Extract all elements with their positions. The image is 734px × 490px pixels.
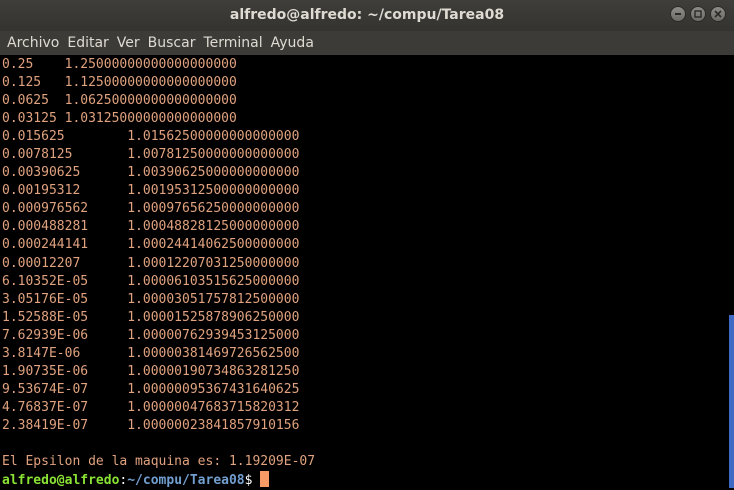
output-line: 1.52588E-05 1.00001525878906250000 xyxy=(2,309,300,325)
text-cursor xyxy=(260,471,270,488)
output-line: 1.90735E-06 1.00000190734863281250 xyxy=(2,363,300,379)
menu-ver[interactable]: Ver xyxy=(113,31,144,55)
output-line: 0.000976562 1.00097656250000000000 xyxy=(2,201,300,217)
output-line: 2.38419E-07 1.00000023841857910156 xyxy=(2,417,300,433)
menubar: Archivo Editar Ver Buscar Terminal Ayuda xyxy=(0,31,734,55)
output-line: 3.05176E-05 1.00003051757812500000 xyxy=(2,291,300,307)
output-line: 0.00012207 1.00012207031250000000 xyxy=(2,255,300,271)
menu-terminal[interactable]: Terminal xyxy=(199,31,266,55)
output-line: 0.00195312 1.00195312500000000000 xyxy=(2,183,300,199)
window-title: alfredo@alfredo: ~/compu/Tarea08 xyxy=(229,7,505,23)
output-line: 7.62939E-06 1.00000762939453125000 xyxy=(2,327,300,343)
menu-ayuda[interactable]: Ayuda xyxy=(267,31,318,55)
scrollbar-thumb[interactable] xyxy=(729,315,734,488)
epsilon-result-line: El Epsilon de la maquina es: 1.19209E-07 xyxy=(2,454,316,470)
output-line: 0.0078125 1.00781250000000000000 xyxy=(2,147,300,163)
output-line: 0.0625 1.06250000000000000000 xyxy=(2,93,237,109)
prompt-user-host: alfredo@alfredo xyxy=(2,473,120,489)
close-icon xyxy=(714,10,722,18)
menu-editar[interactable]: Editar xyxy=(63,31,112,55)
output-line: 0.25 1.25000000000000000000 xyxy=(2,57,237,72)
menu-buscar[interactable]: Buscar xyxy=(144,31,200,55)
minimize-button[interactable] xyxy=(670,6,686,22)
maximize-button[interactable] xyxy=(690,6,706,22)
close-button[interactable] xyxy=(710,6,726,22)
terminal-output[interactable]: 0.25 1.25000000000000000000 0.125 1.1250… xyxy=(0,55,734,488)
output-line: 0.125 1.12500000000000000000 xyxy=(2,75,237,91)
prompt-path: ~/compu/Tarea08 xyxy=(127,473,245,489)
minimize-icon xyxy=(675,13,681,15)
output-line: 0.03125 1.03125000000000000000 xyxy=(2,111,237,127)
menu-archivo[interactable]: Archivo xyxy=(3,31,63,55)
maximize-icon xyxy=(694,10,702,18)
output-line: 0.000488281 1.00048828125000000000 xyxy=(2,219,300,235)
shell-prompt[interactable]: alfredo@alfredo:~/compu/Tarea08$ xyxy=(2,471,734,489)
output-line: 3.8147E-06 1.00000381469726562500 xyxy=(2,345,300,361)
prompt-symbol: $ xyxy=(244,473,253,489)
output-line: 6.10352E-05 1.00006103515625000000 xyxy=(2,273,300,289)
output-line: 0.00390625 1.00390625000000000000 xyxy=(2,165,300,181)
output-line: 9.53674E-07 1.00000095367431640625 xyxy=(2,381,300,397)
output-line: 4.76837E-07 1.00000047683715820312 xyxy=(2,399,300,415)
window-controls xyxy=(670,6,726,22)
output-line: 0.015625 1.01562500000000000000 xyxy=(2,129,300,145)
output-line: 0.000244141 1.00024414062500000000 xyxy=(2,237,300,253)
window-titlebar[interactable]: alfredo@alfredo: ~/compu/Tarea08 xyxy=(0,0,734,31)
